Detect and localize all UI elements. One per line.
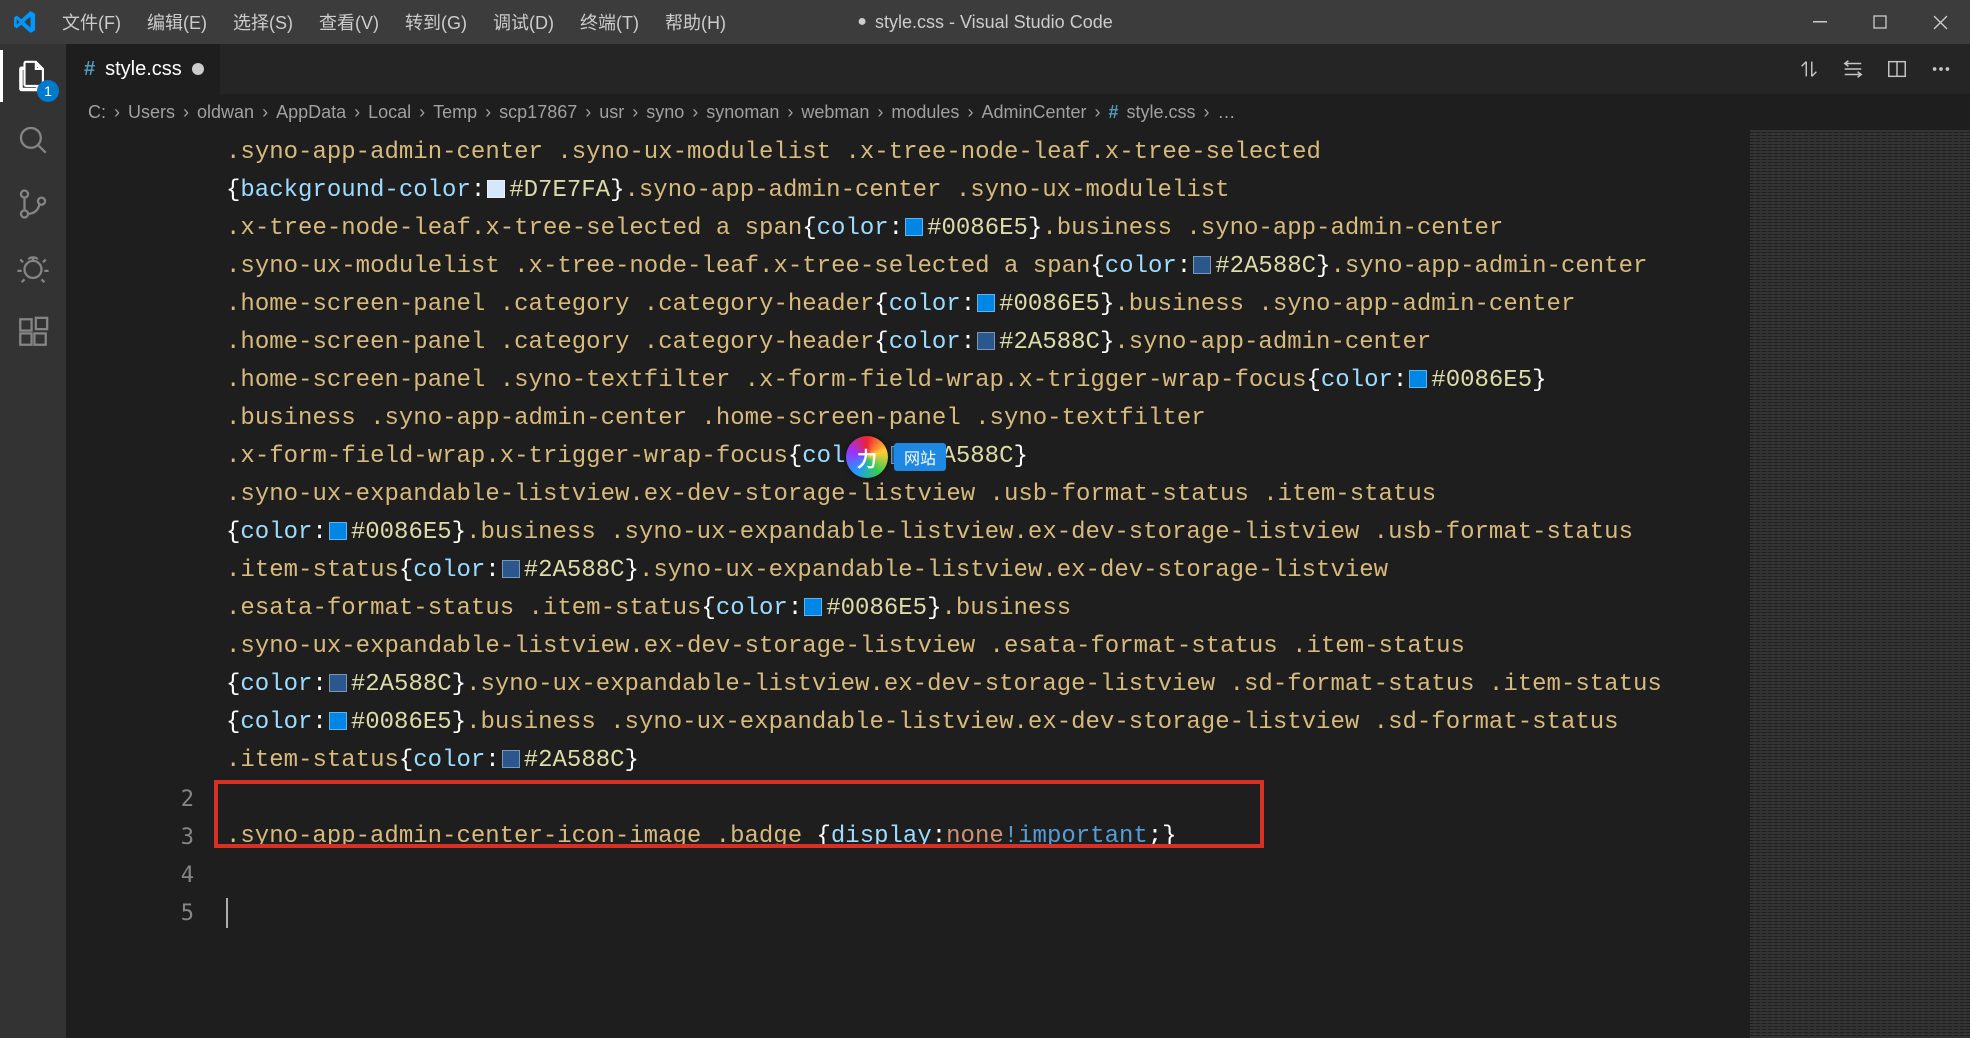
split-editor-icon[interactable] [1886,58,1908,80]
breadcrumb-ellipsis[interactable]: … [1218,102,1236,123]
compare-changes-icon[interactable] [1798,58,1820,80]
menu-debug[interactable]: 调试(D) [481,0,566,44]
breadcrumb-file[interactable]: style.css [1127,102,1196,123]
menu-select[interactable]: 选择(S) [221,0,305,44]
editor-area: # style.css C:› Us [66,44,1970,1038]
source-control-icon[interactable] [13,184,53,224]
minimap-content [1750,130,1970,1038]
breadcrumb-part[interactable]: webman [801,102,869,123]
menu-terminal[interactable]: 终端(T) [568,0,651,44]
debug-icon[interactable] [13,248,53,288]
menu-edit[interactable]: 编辑(E) [135,0,219,44]
watermark-logo-icon: 力 [846,436,888,478]
vscode-logo-icon [14,11,36,33]
breadcrumb-part[interactable]: usr [599,102,624,123]
menu-bar: 文件(F) 编辑(E) 选择(S) 查看(V) 转到(G) 调试(D) 终端(T… [50,0,738,44]
title-bar: 文件(F) 编辑(E) 选择(S) 查看(V) 转到(G) 调试(D) 终端(T… [0,0,1970,44]
css-file-icon: # [84,58,95,81]
menu-view[interactable]: 查看(V) [307,0,391,44]
explorer-badge: 1 [37,80,59,102]
window-title-text: style.css - Visual Studio Code [875,12,1113,33]
editor-body[interactable]: 2 3 4 5 .syno-app-admin-center .syno-ux-… [66,130,1970,1038]
more-actions-icon[interactable] [1930,58,1952,80]
breadcrumb-part[interactable]: modules [891,102,959,123]
tab-style-css[interactable]: # style.css [66,44,220,94]
tab-dirty-dot-icon [192,63,204,75]
search-icon[interactable] [13,120,53,160]
dirty-dot-title-icon: ● [857,13,867,31]
annotation-red-box [214,780,1264,848]
extensions-icon[interactable] [13,312,53,352]
breadcrumb-part[interactable]: scp17867 [499,102,577,123]
breadcrumb[interactable]: C:› Users› oldwan› AppData› Local› Temp›… [66,94,1970,130]
explorer-icon[interactable]: 1 [13,56,53,96]
breadcrumb-part[interactable]: oldwan [197,102,254,123]
line-number: 5 [66,894,226,932]
breadcrumb-part[interactable]: synoman [706,102,779,123]
breadcrumb-part[interactable]: Local [368,102,411,123]
breadcrumb-part[interactable]: Users [128,102,175,123]
close-button[interactable] [1910,0,1970,44]
line-number: 2 [66,780,226,818]
tab-filename: style.css [105,58,182,81]
breadcrumb-part[interactable]: AppData [276,102,346,123]
menu-goto[interactable]: 转到(G) [393,0,479,44]
css-file-icon: # [1108,102,1118,123]
activity-bar: 1 [0,44,66,1038]
tab-bar: # style.css [66,44,1970,94]
line-number: 3 [66,818,226,856]
menu-help[interactable]: 帮助(H) [653,0,738,44]
editor-actions [1798,44,1970,94]
watermark: 力 网站 [846,436,946,478]
breadcrumb-part[interactable]: C: [88,102,106,123]
minimap[interactable] [1750,130,1970,1038]
line-number: 4 [66,856,226,894]
window-controls [1790,0,1970,44]
breadcrumb-part[interactable]: AdminCenter [981,102,1086,123]
breadcrumb-part[interactable]: syno [646,102,684,123]
minimize-button[interactable] [1790,0,1850,44]
maximize-button[interactable] [1850,0,1910,44]
menu-file[interactable]: 文件(F) [50,0,133,44]
code-content[interactable]: .syno-app-admin-center .syno-ux-moduleli… [226,130,1750,1038]
open-changes-icon[interactable] [1842,58,1864,80]
watermark-badge: 网站 [894,443,946,471]
window-title: ● style.css - Visual Studio Code [857,12,1112,33]
line-number-gutter: 2 3 4 5 [66,130,226,1038]
breadcrumb-part[interactable]: Temp [433,102,477,123]
